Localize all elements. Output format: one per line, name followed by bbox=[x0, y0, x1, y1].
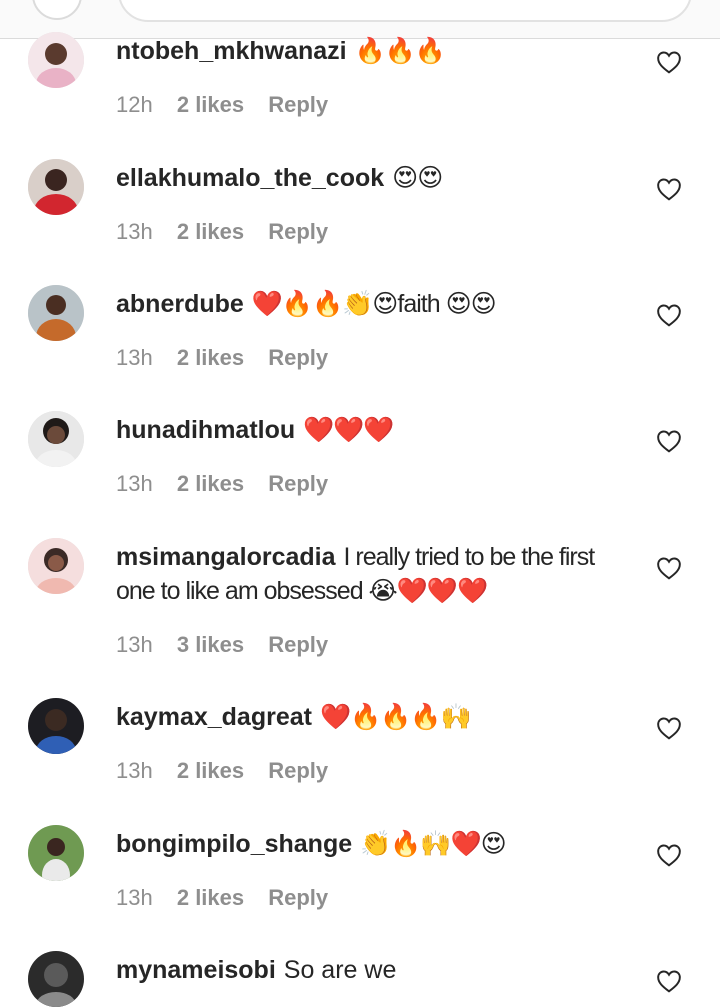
comment-time: 13h bbox=[116, 758, 153, 783]
comment-likes[interactable]: 3 likes bbox=[177, 632, 244, 657]
comment-time: 13h bbox=[116, 219, 153, 244]
reply-button[interactable]: Reply bbox=[268, 885, 328, 910]
reply-button[interactable]: Reply bbox=[268, 632, 328, 657]
reply-button[interactable]: Reply bbox=[268, 219, 328, 244]
avatar[interactable] bbox=[28, 951, 84, 1007]
comment-username[interactable]: msimangalorcadia bbox=[116, 543, 336, 571]
reply-button[interactable]: Reply bbox=[268, 345, 328, 370]
comment-likes[interactable]: 2 likes bbox=[177, 471, 244, 496]
comment-meta: 12h 2 likes Reply bbox=[116, 92, 346, 118]
comment-text: ❤️🔥🔥🔥🙌 bbox=[319, 703, 472, 731]
comment-username[interactable]: hunadihmatlou bbox=[116, 416, 295, 444]
avatar[interactable] bbox=[28, 32, 84, 88]
comment-likes[interactable]: 2 likes bbox=[177, 885, 244, 910]
comment-time: 13h bbox=[116, 632, 153, 657]
comment-meta: 13h 2 likes Reply bbox=[116, 758, 346, 784]
comment-time: 12h bbox=[116, 92, 153, 117]
comment-username[interactable]: kaymax_dagreat bbox=[116, 703, 312, 731]
heart-outline-icon[interactable] bbox=[656, 177, 682, 201]
comment-text: 😍😍 bbox=[392, 164, 443, 192]
heart-outline-icon[interactable] bbox=[656, 716, 682, 740]
avatar[interactable] bbox=[28, 538, 84, 594]
comment-meta: 13h 2 likes Reply bbox=[116, 219, 346, 245]
comment-time: 13h bbox=[116, 345, 153, 370]
comment-username[interactable]: ntobeh_mkhwanazi bbox=[116, 37, 347, 65]
comment-text: 🔥🔥🔥 bbox=[354, 37, 446, 65]
comment-time: 13h bbox=[116, 471, 153, 496]
comment-meta: 13h 2 likes Reply bbox=[116, 885, 346, 911]
heart-outline-icon[interactable] bbox=[656, 303, 682, 327]
reply-button[interactable]: Reply bbox=[268, 758, 328, 783]
comment-meta: 13h 2 likes Reply bbox=[116, 471, 346, 497]
comment-likes[interactable]: 2 likes bbox=[177, 92, 244, 117]
heart-outline-icon[interactable] bbox=[656, 429, 682, 453]
add-comment-input[interactable] bbox=[118, 0, 692, 22]
comment-meta: 13h 2 likes Reply bbox=[116, 345, 346, 371]
heart-outline-icon[interactable] bbox=[656, 50, 682, 74]
reply-button[interactable]: Reply bbox=[268, 92, 328, 117]
comment-likes[interactable]: 2 likes bbox=[177, 219, 244, 244]
avatar[interactable] bbox=[28, 285, 84, 341]
comment-username[interactable]: bongimpilo_shange bbox=[116, 830, 352, 858]
comment-likes[interactable]: 2 likes bbox=[177, 758, 244, 783]
avatar[interactable] bbox=[28, 159, 84, 215]
avatar[interactable] bbox=[28, 411, 84, 467]
current-user-avatar bbox=[32, 0, 82, 20]
comment-likes[interactable]: 2 likes bbox=[177, 345, 244, 370]
comment-text: ❤️❤️❤️ bbox=[303, 416, 394, 444]
comment-username[interactable]: ellakhumalo_the_cook bbox=[116, 164, 384, 192]
avatar[interactable] bbox=[28, 698, 84, 754]
avatar[interactable] bbox=[28, 825, 84, 881]
comment-meta: 13h 3 likes Reply bbox=[116, 632, 346, 658]
reply-button[interactable]: Reply bbox=[268, 471, 328, 496]
comment-username[interactable]: mynameisobi bbox=[116, 956, 276, 984]
comment-text: So are we bbox=[283, 956, 397, 984]
comment-username[interactable]: abnerdube bbox=[116, 290, 244, 318]
heart-outline-icon[interactable] bbox=[656, 843, 682, 867]
comment-time: 13h bbox=[116, 885, 153, 910]
heart-outline-icon[interactable] bbox=[656, 969, 682, 993]
comment-text: 👏🔥🙌❤️😍 bbox=[360, 830, 507, 858]
heart-outline-icon[interactable] bbox=[656, 556, 682, 580]
comment-text: ❤️🔥🔥👏😍faith 😍😍 bbox=[251, 290, 497, 318]
